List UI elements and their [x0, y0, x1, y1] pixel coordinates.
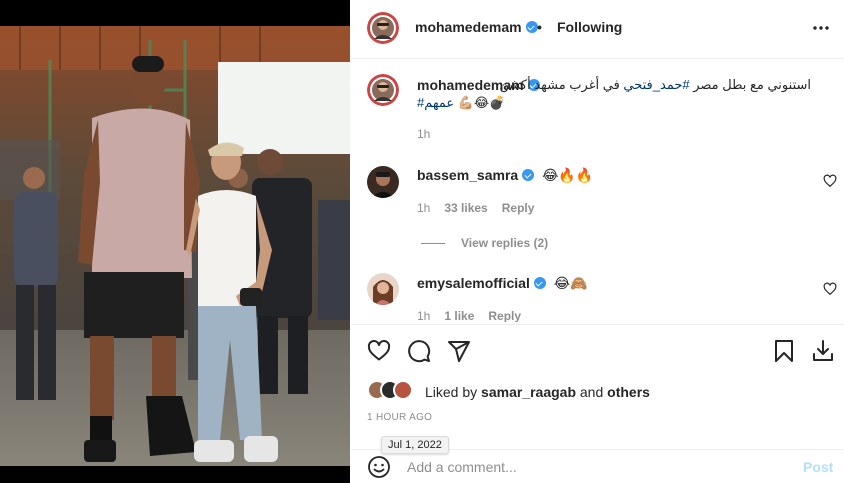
comment-reply-button[interactable]: Reply: [502, 201, 535, 215]
caption-hashtag-2[interactable]: #عمهم: [417, 95, 454, 110]
caption-text-part1: استنوني مع بطل مصر: [689, 77, 811, 92]
paper-plane-icon[interactable]: [447, 339, 471, 363]
comment-meta: 1h 1 like Reply: [417, 309, 535, 322]
verified-badge-icon: [525, 21, 538, 33]
post-timestamp[interactable]: 1 HOUR AGO: [367, 412, 432, 423]
post-comment-button[interactable]: Post: [803, 459, 833, 475]
liked-by-others[interactable]: others: [607, 384, 650, 400]
liked-by-text: Liked by samar_raagab and others: [425, 384, 650, 400]
author-avatar[interactable]: [367, 12, 399, 44]
liked-by-user[interactable]: samar_raagab: [481, 384, 576, 400]
comment-meta: 1h 33 likes Reply: [417, 201, 548, 215]
author-username-row: mohamedemam: [415, 19, 538, 35]
smiley-icon[interactable]: [367, 455, 391, 479]
comment-line: emysalemofficial 😂🙈: [417, 275, 588, 292]
caption-hashtag-1[interactable]: #حمد_فتحي: [623, 77, 689, 92]
more-icon[interactable]: [809, 18, 833, 38]
caption-avatar[interactable]: [367, 74, 399, 106]
comment-input[interactable]: [407, 455, 787, 479]
view-replies-button[interactable]: View replies (2): [421, 236, 548, 250]
post-photo[interactable]: [0, 0, 350, 483]
bookmark-icon[interactable]: [772, 339, 796, 363]
caption-emojis: 💪🏼😂💣: [457, 95, 506, 110]
comment-like-heart-icon[interactable]: [823, 282, 837, 296]
comment-time[interactable]: 1h: [417, 201, 430, 215]
liked-by-and: and: [579, 384, 604, 400]
comment-like-heart-icon[interactable]: [823, 174, 837, 188]
comment-avatar[interactable]: [367, 166, 399, 198]
following-button[interactable]: Following: [557, 19, 622, 35]
liker-avatar[interactable]: [393, 380, 413, 400]
add-comment-bar: Post: [351, 449, 844, 483]
post-header: mohamedemam • Following: [351, 0, 844, 59]
liked-by-prefix: Liked by: [425, 384, 478, 400]
author-username[interactable]: mohamedemam: [415, 19, 522, 35]
caption-text-part2: في أغرب مشهد أكشن: [499, 77, 624, 92]
caption-avatar-image: [367, 74, 399, 106]
comment-icon[interactable]: [407, 339, 431, 363]
caption-text: استنوني مع بطل مصر #حمد_فتحي في أغرب مشه…: [499, 77, 811, 93]
comment-likes[interactable]: 1 like: [444, 309, 474, 322]
comment-avatar-image: [367, 273, 399, 305]
comment-avatar[interactable]: [367, 273, 399, 305]
comment-username[interactable]: bassem_samra: [417, 167, 518, 183]
download-icon[interactable]: [811, 339, 835, 363]
comment-text: 😂🙈: [553, 275, 588, 291]
comment-avatar-image: [367, 166, 399, 198]
header-separator: •: [537, 19, 542, 35]
caption-text-line2: #عمهم 💪🏼😂💣: [417, 95, 505, 111]
comment-username[interactable]: emysalemofficial: [417, 275, 530, 291]
author-avatar-image: [367, 12, 399, 44]
comment-reply-button[interactable]: Reply: [488, 309, 521, 322]
comment-line: bassem_samra 😂🔥🔥: [417, 167, 593, 184]
caption-time[interactable]: 1h: [417, 127, 430, 141]
photo-illustration: [0, 26, 350, 483]
comment-time[interactable]: 1h: [417, 309, 430, 322]
post-side-panel: mohamedemam • Following mohamedemam استن…: [351, 0, 844, 483]
comments-section[interactable]: mohamedemam استنوني مع بطل مصر #حمد_فتحي…: [351, 60, 844, 322]
verified-badge-icon: [522, 169, 535, 181]
comment-likes[interactable]: 33 likes: [444, 201, 487, 215]
date-tooltip: Jul 1, 2022: [381, 436, 449, 454]
action-bar: [351, 324, 844, 374]
verified-badge-icon: [533, 277, 546, 289]
comment-text: 😂🔥🔥: [542, 167, 594, 183]
heart-icon[interactable]: [367, 339, 391, 363]
